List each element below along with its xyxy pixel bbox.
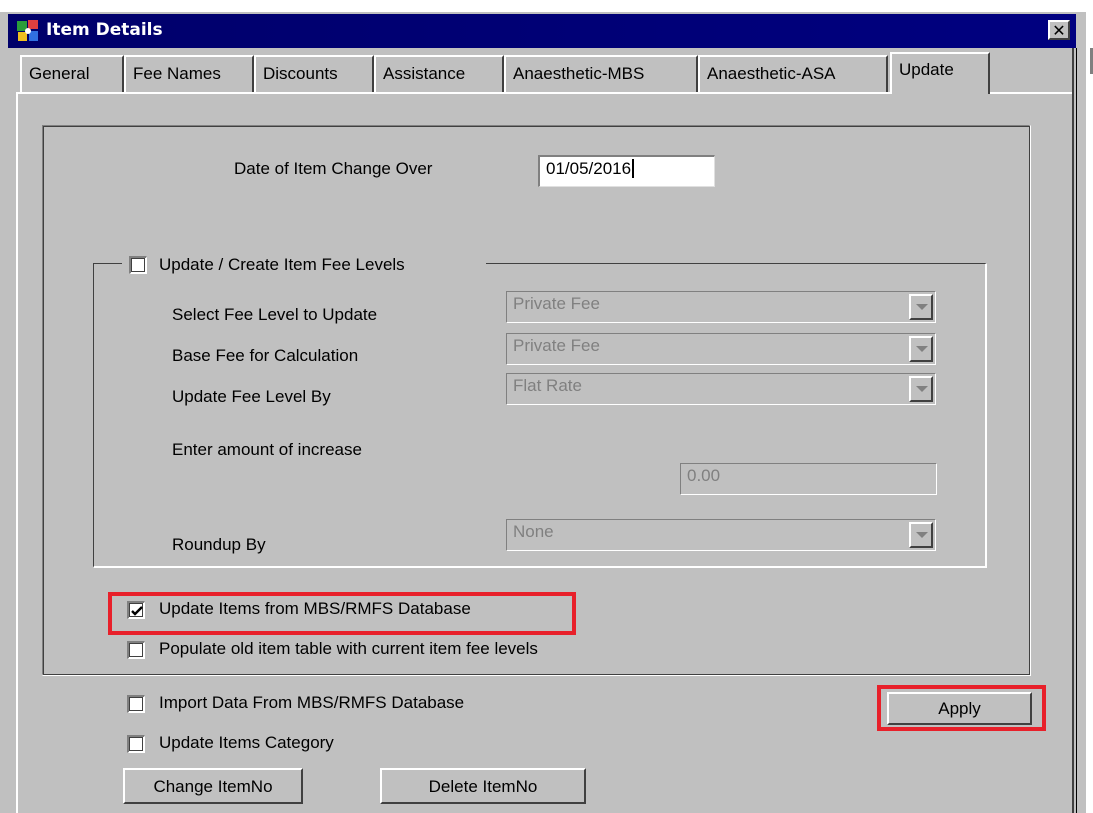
apply-button[interactable]: Apply — [887, 692, 1032, 725]
date-change-over-value: 01/05/2016 — [546, 159, 632, 178]
window-title: Item Details — [46, 20, 163, 40]
base-fee-label: Base Fee for Calculation — [172, 346, 359, 365]
update-category-checkbox[interactable] — [127, 735, 145, 753]
tab-update[interactable]: Update — [890, 52, 990, 94]
tab-page-left-border — [16, 92, 18, 813]
top-strip — [0, 0, 1093, 12]
base-fee-value: Private Fee — [513, 336, 600, 355]
tab-label: Anaesthetic-MBS — [513, 64, 645, 83]
select-fee-level-label: Select Fee Level to Update — [172, 305, 378, 324]
dropdown-arrow-icon[interactable] — [909, 376, 933, 402]
select-fee-level-value: Private Fee — [513, 294, 600, 313]
tab-assistance[interactable]: Assistance — [374, 55, 504, 92]
close-icon: ✕ — [1052, 23, 1066, 40]
populate-old-checkbox[interactable] — [127, 641, 145, 659]
tab-label: Update — [899, 60, 954, 79]
outer-right-strip — [1086, 0, 1093, 813]
delete-itemno-button[interactable]: Delete ItemNo — [380, 768, 586, 804]
dropdown-arrow-icon[interactable] — [909, 336, 933, 362]
tab-label: Assistance — [383, 64, 466, 83]
tab-label: Fee Names — [133, 64, 221, 83]
roundup-by-label: Roundup By — [172, 535, 266, 554]
dropdown-arrow-icon[interactable] — [909, 294, 933, 320]
import-data-label: Import Data From MBS/RMFS Database — [159, 693, 465, 712]
roundup-by-value: None — [513, 522, 554, 541]
dropdown-arrow-icon[interactable] — [909, 522, 933, 548]
update-fee-levels-checkbox[interactable] — [129, 256, 147, 274]
window-right-edge — [1072, 48, 1074, 813]
base-fee-dropdown[interactable]: Private Fee — [506, 333, 936, 365]
tab-discounts[interactable]: Discounts — [254, 55, 374, 92]
select-fee-level-dropdown[interactable]: Private Fee — [506, 291, 936, 323]
change-itemno-label: Change ItemNo — [153, 777, 273, 796]
date-change-over-label: Date of Item Change Over — [234, 159, 433, 178]
close-button[interactable]: ✕ — [1048, 20, 1070, 40]
tab-general[interactable]: General — [20, 55, 124, 92]
tab-anaesthetic-asa[interactable]: Anaesthetic-ASA — [698, 55, 888, 92]
update-items-mbs-label: Update Items from MBS/RMFS Database — [159, 599, 471, 618]
increase-amount-input[interactable]: 0.00 — [680, 463, 937, 495]
populate-old-label: Populate old item table with current ite… — [159, 639, 538, 658]
title-bar[interactable]: Item Details ✕ — [8, 14, 1076, 48]
roundup-by-dropdown[interactable]: None — [506, 519, 936, 551]
app-icon — [17, 20, 38, 41]
update-fee-level-by-dropdown[interactable]: Flat Rate — [506, 373, 936, 405]
update-fee-level-by-value: Flat Rate — [513, 376, 582, 395]
increase-amount-label: Enter amount of increase — [172, 440, 362, 459]
tab-fee-names[interactable]: Fee Names — [124, 55, 254, 92]
update-items-mbs-checkbox[interactable] — [127, 601, 145, 619]
window-right-edge-dark — [1076, 48, 1077, 813]
tab-anaesthetic-mbs[interactable]: Anaesthetic-MBS — [504, 55, 698, 92]
import-data-checkbox[interactable] — [127, 695, 145, 713]
increase-amount-value: 0.00 — [687, 466, 721, 485]
tab-label: Discounts — [263, 64, 338, 83]
update-fee-level-by-label: Update Fee Level By — [172, 387, 331, 406]
delete-itemno-label: Delete ItemNo — [428, 777, 538, 796]
date-change-over-input[interactable]: 01/05/2016 — [538, 155, 715, 187]
tab-label: General — [29, 64, 90, 83]
change-itemno-button[interactable]: Change ItemNo — [123, 768, 303, 804]
update-category-label: Update Items Category — [159, 733, 334, 752]
update-fee-levels-label: Update / Create Item Fee Levels — [159, 255, 405, 274]
apply-label: Apply — [938, 699, 981, 718]
checkmark-icon — [131, 606, 143, 616]
tab-label: Anaesthetic-ASA — [707, 64, 836, 83]
